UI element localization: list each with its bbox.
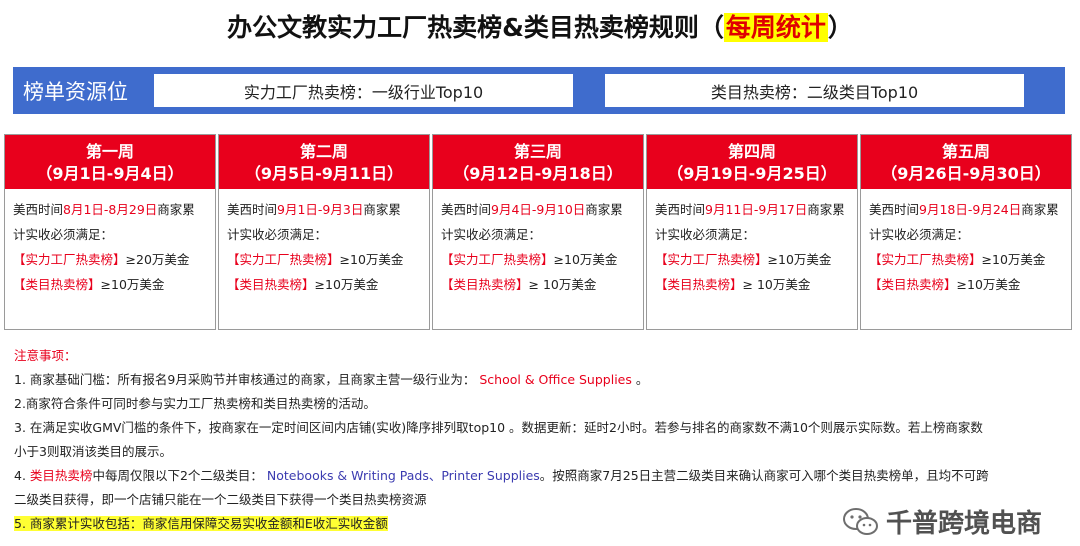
time-suffix: 商家累 — [363, 202, 401, 217]
time-suffix: 商家累 — [585, 202, 623, 217]
category-label: 【类目热卖榜】 — [227, 277, 315, 292]
note-5: 5. 商家累计实收包括：商家信用保障交易实收金额和E收汇实收金额 — [14, 516, 388, 531]
notes-title: 注意事项： — [14, 348, 77, 363]
time-range: 9月1日-9月3日 — [277, 202, 364, 217]
factory-requirement: ≥10万美金 — [553, 252, 618, 267]
title-highlight: 每周统计 — [723, 13, 828, 42]
week-body: 美西时间9月18日-9月24日商家累 计实收必须满足： 【实力工厂热卖榜】≥10… — [861, 189, 1071, 297]
week-header: 第二周 （9月5日-9月11日） — [219, 135, 429, 189]
week-card-5: 第五周 （9月26日-9月30日） 美西时间9月18日-9月24日商家累 计实收… — [860, 134, 1072, 330]
factory-requirement: ≥20万美金 — [125, 252, 190, 267]
category-requirement: ≥ 10万美金 — [528, 277, 597, 292]
watermark: 千普跨境电商 — [842, 503, 1042, 540]
time-suffix: 商家累 — [1021, 202, 1059, 217]
week-body: 美西时间9月4日-9月10日商家累 计实收必须满足： 【实力工厂热卖榜】≥10万… — [433, 189, 643, 297]
week-card-1: 第一周 （9月1日-9月4日） 美西时间8月1日-8月29日商家累 计实收必须满… — [4, 134, 216, 330]
category-label: 【类目热卖榜】 — [13, 277, 101, 292]
factory-requirement: ≥10万美金 — [339, 252, 404, 267]
week-range: （9月19日-9月25日） — [667, 164, 837, 183]
week-name: 第二周 — [299, 142, 348, 161]
time-prefix: 美西时间 — [869, 202, 920, 217]
time-suffix: 商家累 — [807, 202, 845, 217]
requirement-intro: 计实收必须满足： — [227, 227, 328, 242]
resource-bar-label: 榜单资源位 — [23, 79, 128, 104]
category-requirement: ≥10万美金 — [314, 277, 379, 292]
factory-label: 【实力工厂热卖榜】 — [655, 252, 768, 267]
factory-label: 【实力工厂热卖榜】 — [869, 252, 982, 267]
week-card-2: 第二周 （9月5日-9月11日） 美西时间9月1日-9月3日商家累 计实收必须满… — [218, 134, 430, 330]
requirement-intro: 计实收必须满足： — [655, 227, 756, 242]
category-label: 【类目热卖榜】 — [655, 277, 743, 292]
requirement-intro: 计实收必须满足： — [13, 227, 114, 242]
category-requirement: ≥10万美金 — [956, 277, 1021, 292]
week-name: 第三周 — [513, 142, 562, 161]
week-range: （9月26日-9月30日） — [881, 164, 1051, 183]
factory-label: 【实力工厂热卖榜】 — [227, 252, 340, 267]
requirement-intro: 计实收必须满足： — [869, 227, 970, 242]
time-prefix: 美西时间 — [227, 202, 278, 217]
title-main: 办公文教实力工厂热卖榜&类目热卖榜规则（ — [227, 13, 724, 42]
week-header: 第五周 （9月26日-9月30日） — [861, 135, 1071, 189]
week-range: （9月5日-9月11日） — [244, 164, 404, 183]
factory-label: 【实力工厂热卖榜】 — [441, 252, 554, 267]
note-2: 2.商家符合条件可同时参与实力工厂热卖榜和类目热卖榜的活动。 — [14, 396, 376, 411]
category-resource-box: 类目热卖榜：二级类目Top10 — [605, 74, 1024, 107]
resource-bar: 榜单资源位 实力工厂热卖榜：一级行业Top10 类目热卖榜：二级类目Top10 — [13, 67, 1065, 114]
title-tail: ） — [827, 13, 853, 42]
note-1-industry: School & Office Supplies — [479, 372, 632, 387]
week-card-4: 第四周 （9月19日-9月25日） 美西时间9月11日-9月17日商家累 计实收… — [646, 134, 858, 330]
page-title: 办公文教实力工厂热卖榜&类目热卖榜规则（每周统计） — [0, 8, 1080, 48]
watermark-text: 千普跨境电商 — [885, 509, 1042, 539]
category-requirement: ≥10万美金 — [100, 277, 165, 292]
note-4-mid: 中每周仅限以下2个二级类目： — [92, 468, 263, 483]
note-4: 4. 类目热卖榜中每周仅限以下2个二级类目： Notebooks & Writi… — [14, 464, 1064, 488]
week-range: （9月12日-9月18日） — [453, 164, 623, 183]
note-3-line-1: 3. 在满足实收GMV门槛的条件下，按商家在一定时间区间内店铺(实收)降序排列取… — [14, 420, 983, 435]
week-body: 美西时间9月11日-9月17日商家累 计实收必须满足： 【实力工厂热卖榜】≥10… — [647, 189, 857, 297]
factory-label: 【实力工厂热卖榜】 — [13, 252, 126, 267]
category-requirement: ≥ 10万美金 — [742, 277, 811, 292]
time-range: 8月1日-8月29日 — [63, 202, 158, 217]
requirement-intro: 计实收必须满足： — [441, 227, 542, 242]
time-range: 9月4日-9月10日 — [491, 202, 586, 217]
week-body: 美西时间8月1日-8月29日商家累 计实收必须满足： 【实力工厂热卖榜】≥20万… — [5, 189, 215, 297]
note-1-text: 1. 商家基础门槛：所有报名9月采购节并审核通过的商家，且商家主营一级行业为： — [14, 372, 476, 387]
time-prefix: 美西时间 — [13, 202, 64, 217]
note-4-categories: Notebooks & Writing Pads、Printer Supplie… — [266, 468, 540, 483]
week-header: 第三周 （9月12日-9月18日） — [433, 135, 643, 189]
time-prefix: 美西时间 — [655, 202, 706, 217]
week-name: 第四周 — [727, 142, 776, 161]
time-range: 9月18日-9月24日 — [919, 202, 1022, 217]
note-3-line-2: 小于3则取消该类目的展示。 — [14, 444, 172, 459]
factory-requirement: ≥10万美金 — [981, 252, 1046, 267]
week-header: 第一周 （9月1日-9月4日） — [5, 135, 215, 189]
week-header: 第四周 （9月19日-9月25日） — [647, 135, 857, 189]
time-prefix: 美西时间 — [441, 202, 492, 217]
time-range: 9月11日-9月17日 — [705, 202, 808, 217]
category-label: 【类目热卖榜】 — [441, 277, 529, 292]
time-suffix: 商家累 — [157, 202, 195, 217]
note-4-red: 类目热卖榜 — [29, 468, 93, 483]
note-1-end: 。 — [635, 372, 649, 387]
note-4-prefix: 4. — [14, 468, 26, 483]
week-range: （9月1日-9月4日） — [36, 164, 184, 183]
note-4-rest: 。按照商家7月25日主营二级类目来确认商家可入哪个类目热卖榜单，且均不可跨 — [539, 468, 989, 483]
wechat-icon — [842, 507, 878, 535]
factory-requirement: ≥10万美金 — [767, 252, 832, 267]
week-card-3: 第三周 （9月12日-9月18日） 美西时间9月4日-9月10日商家累 计实收必… — [432, 134, 644, 330]
week-name: 第五周 — [941, 142, 990, 161]
note-1: 1. 商家基础门槛：所有报名9月采购节并审核通过的商家，且商家主营一级行业为： … — [14, 368, 1064, 392]
week-body: 美西时间9月1日-9月3日商家累 计实收必须满足： 【实力工厂热卖榜】≥10万美… — [219, 189, 429, 297]
factory-resource-box: 实力工厂热卖榜：一级行业Top10 — [154, 74, 573, 107]
week-name: 第一周 — [85, 142, 134, 161]
category-label: 【类目热卖榜】 — [869, 277, 957, 292]
